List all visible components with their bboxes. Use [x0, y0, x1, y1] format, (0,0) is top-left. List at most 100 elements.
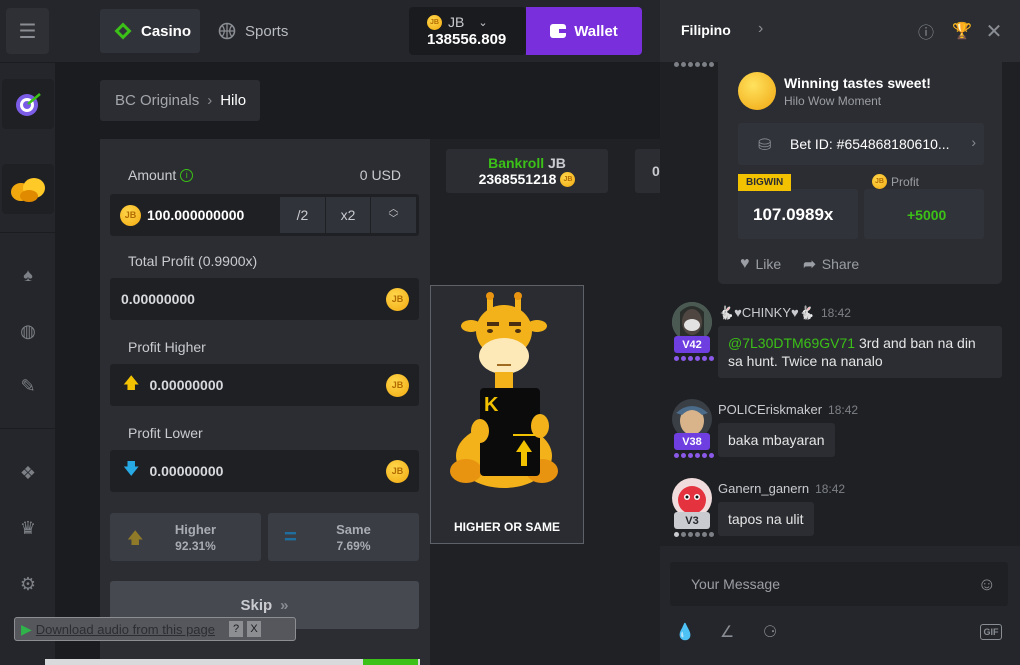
username[interactable]: Ganern_ganern — [718, 481, 809, 496]
sports-icon[interactable]: ◍ — [15, 318, 41, 344]
double-button[interactable]: x2 — [326, 197, 370, 233]
wallet-icon — [550, 24, 567, 38]
basketball-icon — [218, 22, 236, 40]
heart-icon: ♥ — [740, 255, 750, 272]
chat-language[interactable]: Filipino — [681, 22, 731, 38]
profit-label-row: JB Profit — [872, 174, 919, 189]
higher-label: Higher — [174, 522, 217, 537]
bankroll-value: 2368551218 — [478, 171, 557, 187]
download-audio-bar[interactable]: ▶ Download audio from this page ? X — [14, 617, 296, 641]
jb-coin-icon: JB — [427, 14, 442, 30]
mention[interactable]: @7L30DTM69GV71 — [728, 335, 855, 351]
gif-button[interactable]: GIF — [980, 624, 1002, 640]
trophy-icon[interactable]: 🏆 — [951, 20, 973, 42]
chat-panel: Filipino › ⓘ 🏆 ✕ Winning tastes sweet! H… — [660, 0, 1020, 665]
chevron-down-icon[interactable]: ﹀ — [389, 215, 399, 225]
like-button[interactable]: ♥ Like — [740, 255, 781, 273]
amount-label: Amount — [128, 167, 177, 183]
arrow-up-icon: 🡅 — [123, 374, 140, 392]
promotions-thumb[interactable] — [2, 164, 54, 214]
settings-icon[interactable]: ⚙ — [15, 571, 41, 597]
tab-sports[interactable]: Sports — [218, 9, 288, 53]
coins-icon — [11, 178, 45, 202]
bankroll-box-partial: 0 — [635, 149, 660, 193]
tab-casino-label: Casino — [141, 22, 192, 40]
help-icon[interactable]: ? — [229, 621, 244, 637]
wallet-button[interactable]: Wallet — [526, 7, 642, 55]
gift-icon[interactable]: ❖ — [15, 460, 41, 486]
jb-coin-icon: JB — [386, 459, 409, 483]
profit-higher-label: Profit Higher — [128, 339, 206, 355]
menu-icon[interactable]: ☰ — [6, 8, 49, 54]
originals-thumb[interactable] — [2, 79, 54, 129]
profit-box: +5000 — [864, 189, 984, 239]
multiplier-box: 107.0989x — [738, 189, 858, 239]
share-subtitle: Hilo Wow Moment — [784, 94, 882, 108]
message-bubble: tapos na ulit — [718, 502, 814, 536]
crown-icon[interactable]: ♛ — [15, 515, 41, 541]
timestamp: 18:42 — [815, 482, 846, 496]
tab-sports-label: Sports — [245, 22, 289, 40]
same-button[interactable]: = Same 7.69% — [268, 513, 419, 561]
rain-icon[interactable]: 💧 — [675, 622, 695, 642]
breadcrumb-parent[interactable]: BC Originals — [115, 92, 199, 109]
share-label: Share — [821, 256, 860, 272]
coin-drop-icon[interactable]: ⚆ — [760, 622, 780, 642]
higher-button[interactable]: 🡅 Higher 92.31% — [110, 513, 261, 561]
bet-id-row[interactable]: ⛁ Bet ID: #654868180610... › — [738, 123, 984, 165]
info-circle-icon[interactable]: ⓘ — [915, 20, 937, 42]
username-row: POLICEriskmaker 18:42 — [718, 402, 858, 417]
bankroll-label: Bankroll — [488, 155, 545, 171]
profit-higher-field: 🡅 0.00000000 JB — [110, 364, 419, 406]
profit-lower-label: Profit Lower — [128, 425, 203, 441]
double-chevron-right-icon: » — [280, 596, 289, 614]
balance-amount: 138556.809 — [427, 31, 507, 48]
arrow-down-icon: 🡇 — [123, 460, 140, 478]
currency-selector[interactable]: JB JB ⌄ 138556.809 — [409, 7, 526, 55]
higher-pct: 92.31% — [175, 539, 216, 553]
bigwin-badge: BIGWIN — [738, 174, 792, 191]
bottom-strip-accent — [363, 659, 418, 665]
card-rank: K — [484, 394, 499, 416]
jb-coin-icon: JB — [560, 171, 576, 187]
tab-casino[interactable]: Casino — [100, 9, 200, 53]
vip-badge: V3 — [674, 512, 710, 529]
info-icon[interactable]: i — [180, 168, 194, 182]
breadcrumb: BC Originals › Hilo — [100, 80, 260, 121]
divider — [0, 62, 55, 63]
amount-stepper[interactable]: ︿ ﹀ — [371, 197, 416, 233]
profit-lower-value: 0.00000000 — [149, 463, 224, 479]
username-row: 🐇♥CHINKY♥🐇 18:42 — [718, 305, 851, 321]
share-button[interactable]: ➦ Share — [803, 255, 859, 273]
half-button[interactable]: /2 — [280, 197, 325, 233]
username[interactable]: POLICEriskmaker — [718, 402, 822, 417]
chat-composer: Your Message ☺ 💧 ∠ ⚆ GIF — [660, 546, 1020, 665]
pencil-icon[interactable]: ∠ — [717, 622, 737, 642]
divider — [0, 428, 55, 429]
amount-label-row: Amount i — [128, 167, 194, 183]
chevron-right-icon: › — [971, 134, 976, 150]
ticket-icon[interactable]: ✎ — [15, 373, 41, 399]
close-icon[interactable]: ✕ — [983, 20, 1005, 43]
amount-usd: 0 USD — [359, 167, 401, 183]
download-audio-label[interactable]: Download audio from this page — [36, 622, 215, 637]
jb-coin-icon: JB — [386, 287, 409, 311]
close-icon[interactable]: X — [247, 621, 262, 637]
amount-value[interactable]: 100.000000000 — [147, 207, 244, 223]
amount-input[interactable]: JB 100.000000000 /2 x2 ︿ ﹀ — [110, 194, 419, 236]
share-icon: ➦ — [803, 256, 816, 273]
cards-icon[interactable]: ♠ — [15, 262, 41, 288]
total-profit-field: 0.00000000 JB — [110, 278, 419, 320]
giraffe-mascot-icon — [450, 292, 558, 488]
username[interactable]: 🐇♥CHINKY♥🐇 — [718, 305, 815, 320]
currency-code: JB — [448, 14, 465, 30]
vip-dots — [674, 532, 714, 537]
timestamp: 18:42 — [820, 306, 851, 320]
vip-dots — [674, 453, 714, 458]
top-bar: Casino Sports JB JB ⌄ 138556.809 Wallet — [55, 0, 660, 62]
chevron-right-icon[interactable]: › — [758, 20, 763, 38]
play-icon: ▶ — [21, 620, 32, 637]
emoji-icon[interactable]: ☺ — [978, 574, 996, 595]
message-input[interactable]: Your Message ☺ — [670, 562, 1008, 606]
profit-label: Profit — [891, 174, 920, 189]
